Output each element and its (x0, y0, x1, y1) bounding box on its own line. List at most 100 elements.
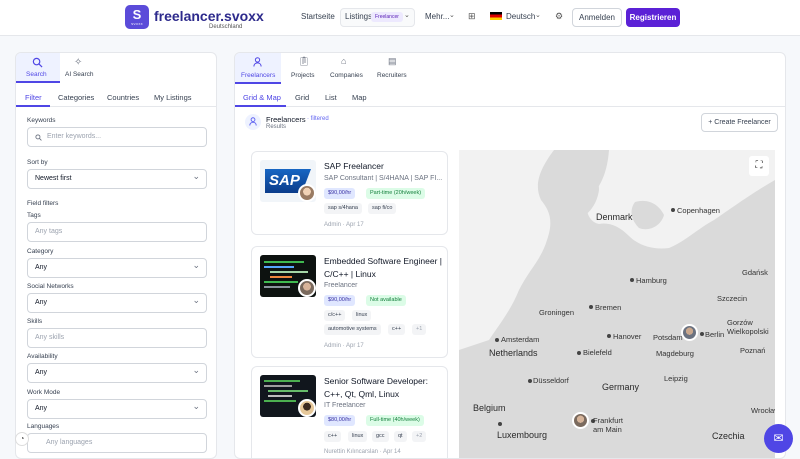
skill-tag: automotive systems (324, 324, 381, 335)
sort-value: Newest first (35, 175, 72, 182)
view-map[interactable]: Map (352, 93, 367, 102)
map-label: Groningen (539, 308, 575, 317)
nav-more[interactable]: Mehr... (425, 12, 449, 21)
skills-input[interactable]: Any skills (27, 328, 207, 348)
subtab-countries[interactable]: Countries (107, 93, 139, 102)
keywords-input[interactable]: Enter keywords... (27, 127, 207, 147)
tab-ai-search-label: AI Search (65, 71, 94, 78)
subtab-categories[interactable]: Categories (58, 93, 94, 102)
document-icon[interactable]: ▤ (388, 56, 397, 67)
map-marker-avatar[interactable] (681, 324, 698, 341)
map-label: Gorzów Wielkopolski (727, 318, 769, 336)
tab-projects[interactable]: Projects (291, 72, 314, 79)
map-label: Leipzig (664, 374, 688, 383)
map-label: Denmark (596, 212, 633, 222)
freelancer-card[interactable]: Embedded Software Engineer | C/C++ | Lin… (251, 246, 448, 358)
category-select[interactable]: Any (27, 256, 207, 278)
availability-select[interactable]: Any (27, 361, 207, 383)
card-footer: Nurettin Kılıncarslan · Apr 14 (324, 449, 401, 455)
availability-badge: Part-time (20h/week) (366, 188, 426, 199)
brand-country: Deutschland (209, 24, 243, 30)
card-title[interactable]: Senior Software Developer: C++, Qt, Qml,… (324, 375, 442, 401)
rate-badge: $90,00/hr (324, 188, 356, 199)
tab-ai-search[interactable] (62, 53, 106, 83)
tab-recruiters[interactable]: Recruiters (377, 72, 407, 79)
results-subtitle: Results (266, 124, 287, 130)
map-label: Bremen (595, 303, 622, 312)
chat-bubble-icon[interactable]: ✉ (764, 424, 793, 453)
map-label: Gdańsk (742, 268, 768, 277)
german-flag-icon (490, 12, 502, 20)
gear-icon[interactable]: ⚙ (555, 11, 563, 22)
nav-listings[interactable]: Listings (345, 12, 372, 21)
map-label: Copenhagen (677, 206, 720, 215)
skill-tag: c/c++ (324, 310, 346, 321)
chevron-down-icon: ⌄ (404, 12, 410, 19)
map-label: Hamburg (636, 276, 667, 285)
skill-tag: c++ (324, 431, 342, 442)
subtab-filter[interactable]: Filter (25, 93, 42, 102)
map-label: Belgium (473, 403, 506, 413)
social-networks-value: Any (35, 299, 48, 306)
user-icon (253, 57, 262, 67)
card-title[interactable]: SAP Freelancer (324, 160, 442, 173)
availability-label: Availability (27, 353, 58, 360)
languages-input[interactable]: Any languages (27, 433, 207, 453)
view-grid[interactable]: Grid (295, 93, 309, 102)
login-button[interactable]: Anmelden (572, 8, 622, 27)
map-label: Berlin (705, 330, 725, 339)
tab-companies[interactable]: Companies (330, 72, 363, 79)
nav-home[interactable]: Startseite (301, 12, 335, 21)
map-label: Wrocław (751, 406, 775, 415)
tab-search-label: Search (26, 71, 47, 78)
create-freelancer-button[interactable]: + Create Freelancer (701, 113, 778, 132)
freelancer-card[interactable]: Senior Software Developer: C++, Qt, Qml,… (251, 366, 448, 458)
tags-label: Tags (27, 212, 41, 219)
tags-input[interactable]: Any tags (27, 222, 207, 242)
skill-tag: c++ (388, 324, 406, 335)
user-icon (249, 117, 257, 126)
sort-select[interactable]: Newest first (27, 167, 207, 189)
skill-more-tag[interactable]: +2 (412, 431, 427, 442)
map-label: Hanover (613, 332, 642, 341)
map-label: Germany (602, 382, 640, 392)
logo[interactable]: S SVOXX (125, 5, 149, 29)
card-title[interactable]: Embedded Software Engineer | C/C++ | Lin… (324, 255, 442, 281)
tags-placeholder: Any tags (35, 228, 63, 235)
skill-tag: sap s/4hana (324, 203, 362, 214)
clipboard-icon[interactable]: 📋︎ (298, 56, 309, 67)
grid-apps-icon[interactable]: ⊞ (468, 11, 476, 22)
chevron-down-icon: ⌄ (449, 12, 455, 19)
rate-badge: $90,00/hr (324, 295, 356, 306)
skill-tag: sap fi/co (368, 203, 397, 214)
sort-label: Sort by (27, 159, 48, 166)
social-networks-select[interactable]: Any (27, 291, 207, 313)
cookie-settings-icon[interactable]: ◔ (15, 432, 29, 446)
map-marker-avatar[interactable] (572, 412, 589, 429)
skill-more-tag[interactable]: +1 (412, 324, 427, 335)
subtab-my-listings[interactable]: My Listings (154, 93, 192, 102)
map-label: Düsseldorf (533, 376, 569, 385)
city-dot (498, 422, 502, 426)
brand-name[interactable]: freelancer.svoxx (154, 8, 264, 24)
work-mode-select[interactable]: Any (27, 397, 207, 419)
avatar (298, 279, 316, 297)
building-icon[interactable]: ⌂ (341, 56, 346, 66)
city-dot (589, 305, 593, 309)
work-mode-value: Any (35, 405, 48, 412)
view-grid-map[interactable]: Grid & Map (243, 93, 281, 102)
card-footer: Admin · Apr 17 (324, 343, 364, 349)
results-panel: Freelancers 📋︎ Projects ⌂ Companies ▤ Re… (234, 52, 786, 459)
freelancer-card[interactable]: SAP SAP Freelancer SAP Consultant | S/4H… (251, 151, 448, 235)
skill-tag: qt (394, 431, 407, 442)
logo-letter: S (132, 7, 142, 22)
card-subtitle: SAP Consultant | S/4HANA | SAP FI... (324, 175, 442, 182)
map-label: Luxembourg (497, 430, 548, 440)
map-label: Potsdam (653, 333, 683, 342)
map-view[interactable]: ⛶ Denmark Copenhagen Gdańsk Hamburg Szcz… (459, 150, 775, 458)
fullscreen-icon[interactable]: ⛶ (749, 156, 769, 176)
register-button[interactable]: Registrieren (626, 8, 680, 27)
language-selector[interactable]: Deutsch (506, 12, 535, 21)
rate-badge: $80,00/hr (324, 415, 356, 426)
view-list[interactable]: List (325, 93, 337, 102)
